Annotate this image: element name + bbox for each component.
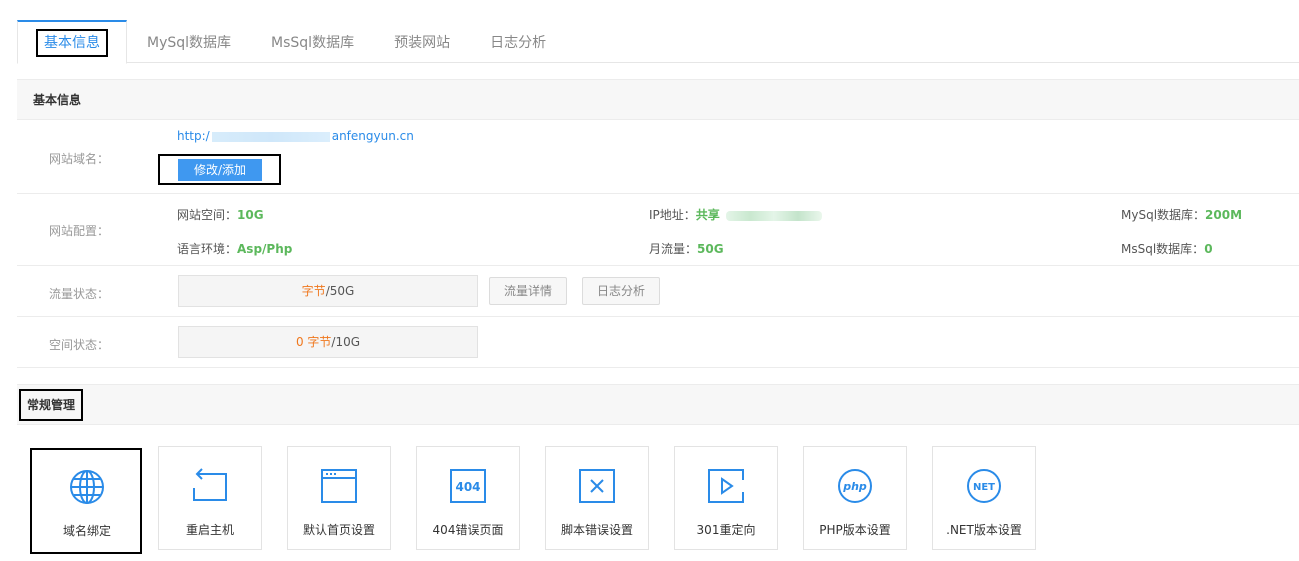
monthly-value: 50G bbox=[697, 242, 724, 256]
error-x-icon bbox=[546, 467, 648, 505]
tab-label: MsSql数据库 bbox=[271, 35, 355, 51]
tab-label: 预装网站 bbox=[394, 35, 451, 51]
tile-label: 脚本错误设置 bbox=[560, 523, 633, 537]
tab-log-analysis[interactable]: 日志分析 bbox=[470, 20, 566, 63]
ip-info: IP地址：共享 bbox=[649, 206, 822, 223]
php-icon: php bbox=[804, 467, 906, 505]
mysql-info: MySql数据库：200M bbox=[1121, 206, 1242, 223]
redacted-domain bbox=[211, 131, 330, 142]
restart-icon bbox=[159, 467, 261, 505]
tab-label: MySql数据库 bbox=[147, 35, 232, 51]
traffic-label: 流量状态： bbox=[48, 287, 109, 301]
dotnet-icon: NET bbox=[933, 467, 1035, 505]
tile-label: 重启主机 bbox=[185, 523, 234, 537]
traffic-bar: 字节/50G bbox=[178, 275, 478, 307]
lang-info: 语言环境：Asp/Php bbox=[177, 240, 292, 257]
disk-used: 0 字节 bbox=[295, 335, 332, 349]
tile-301-redirect[interactable]: 301重定向 bbox=[674, 446, 778, 550]
domain-suffix: anfengyun.cn bbox=[331, 129, 414, 143]
404-icon-text: 404 bbox=[455, 480, 480, 494]
tile-label: 404错误页面 bbox=[432, 523, 504, 537]
ip-key: IP地址： bbox=[649, 208, 696, 222]
row-config: 网站配置： 网站空间：10G 语言环境：Asp/Php IP地址：共享 月流量：… bbox=[17, 194, 1299, 266]
tab-preinstall-site[interactable]: 预装网站 bbox=[374, 20, 470, 63]
section-header-manage: 常规管理 bbox=[17, 384, 1299, 425]
edit-domain-button[interactable]: 修改/添加 bbox=[178, 159, 262, 181]
tile-label: 301重定向 bbox=[696, 523, 756, 537]
lang-value: Asp/Php bbox=[237, 242, 293, 256]
tile-label: 默认首页设置 bbox=[302, 523, 375, 537]
tile-dotnet-version[interactable]: NET .NET版本设置 bbox=[932, 446, 1036, 550]
tile-php-version[interactable]: php PHP版本设置 bbox=[803, 446, 907, 550]
mssql-key: MsSql数据库： bbox=[1121, 242, 1205, 256]
tab-bar: 基本信息 MySql数据库 MsSql数据库 预装网站 日志分析 bbox=[17, 20, 1299, 64]
tile-restart-host[interactable]: 重启主机 bbox=[158, 446, 262, 550]
mssql-value: 0 bbox=[1204, 242, 1213, 256]
tab-mssql[interactable]: MsSql数据库 bbox=[251, 20, 374, 63]
disk-label: 空间状态： bbox=[48, 338, 109, 352]
domain-prefix: http:/ bbox=[177, 129, 210, 143]
mssql-info: MsSql数据库：0 bbox=[1121, 240, 1213, 257]
tab-label: 日志分析 bbox=[490, 35, 547, 51]
disk-total: /10G bbox=[331, 335, 361, 349]
traffic-detail-button[interactable]: 流量详情 bbox=[489, 277, 568, 305]
row-disk: 空间状态： 0 字节/10G bbox=[17, 317, 1299, 368]
tile-label: .NET版本设置 bbox=[946, 523, 1022, 537]
tab-mysql[interactable]: MySql数据库 bbox=[127, 20, 251, 63]
tab-basic-info[interactable]: 基本信息 bbox=[17, 20, 127, 64]
domain-link[interactable]: http:/ anfengyun.cn bbox=[177, 129, 414, 143]
404-icon: 404 bbox=[417, 467, 519, 505]
tile-label: 域名绑定 bbox=[62, 524, 111, 538]
redirect-play-icon bbox=[675, 467, 777, 505]
traffic-total: /50G bbox=[325, 284, 355, 298]
tile-label: PHP版本设置 bbox=[819, 523, 891, 537]
section-header-basic-info: 基本信息 bbox=[17, 79, 1299, 120]
window-icon bbox=[288, 467, 390, 505]
section-title: 常规管理 bbox=[19, 389, 84, 421]
monthly-traffic-info: 月流量：50G bbox=[649, 240, 724, 257]
row-domain: 网站域名： http:/ anfengyun.cn 修改/添加 bbox=[17, 120, 1299, 194]
disk-bar: 0 字节/10G bbox=[178, 326, 478, 358]
tab-label: 基本信息 bbox=[36, 29, 108, 57]
space-info: 网站空间：10G bbox=[177, 206, 264, 223]
monthly-key: 月流量： bbox=[649, 242, 698, 256]
tile-domain-binding[interactable]: 域名绑定 bbox=[30, 448, 142, 554]
tile-404-page[interactable]: 404 404错误页面 bbox=[416, 446, 520, 550]
domain-label: 网站域名： bbox=[48, 152, 109, 166]
php-icon-text: php bbox=[842, 480, 867, 493]
mysql-value: 200M bbox=[1205, 208, 1243, 222]
lang-key: 语言环境： bbox=[177, 242, 238, 256]
edit-button-highlight: 修改/添加 bbox=[158, 154, 281, 185]
dotnet-icon-text: NET bbox=[973, 482, 995, 493]
space-key: 网站空间： bbox=[177, 208, 238, 222]
traffic-used: 字节 bbox=[301, 284, 326, 298]
config-label: 网站配置： bbox=[48, 224, 109, 238]
log-analysis-button[interactable]: 日志分析 bbox=[582, 277, 661, 305]
redacted-ip bbox=[725, 210, 822, 221]
mysql-key: MySql数据库： bbox=[1121, 208, 1206, 222]
globe-icon bbox=[34, 468, 140, 506]
ip-value: 共享 bbox=[695, 208, 720, 222]
space-value: 10G bbox=[237, 208, 264, 222]
tile-script-error[interactable]: 脚本错误设置 bbox=[545, 446, 649, 550]
row-traffic: 流量状态： 字节/50G 流量详情 日志分析 bbox=[17, 266, 1299, 317]
tile-default-page[interactable]: 默认首页设置 bbox=[287, 446, 391, 550]
